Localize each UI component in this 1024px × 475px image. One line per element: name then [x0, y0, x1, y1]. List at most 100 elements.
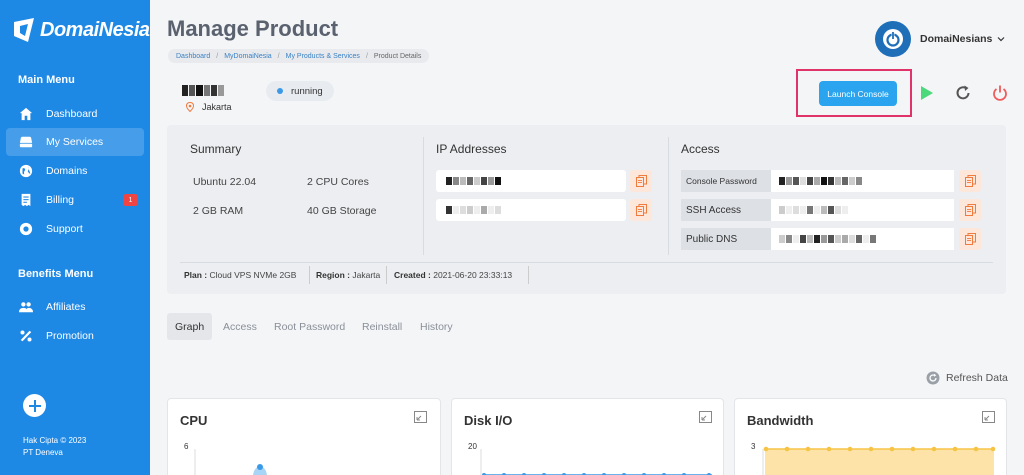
sidebar-item-support[interactable]: Support [6, 215, 144, 243]
refresh-data-button[interactable]: Refresh Data [926, 371, 1008, 385]
server-location: Jakarta [186, 102, 232, 112]
bandwidth-point [826, 446, 832, 452]
breadcrumb-products[interactable]: My Products & Services [286, 53, 360, 60]
sidebar-item-my-services[interactable]: My Services [6, 128, 144, 156]
bandwidth-point [847, 446, 853, 452]
server-icon [18, 134, 34, 150]
tab-graph[interactable]: Graph [167, 313, 213, 340]
breadcrumb-dashboard[interactable]: Dashboard [176, 53, 210, 60]
card-divider [180, 262, 993, 263]
sidebar-item-affiliates[interactable]: Affiliates [6, 293, 144, 321]
location-pin-icon [186, 102, 194, 112]
billing-badge: 1 [123, 194, 138, 206]
company-name: PT Deneva [23, 448, 63, 457]
cpu-point [257, 464, 263, 470]
bandwidth-point [931, 446, 937, 452]
tab-history[interactable]: History [420, 313, 453, 340]
sidebar-item-domains[interactable]: Domains [6, 157, 144, 185]
plan-label: Plan : [184, 270, 208, 280]
bandwidth-point [868, 446, 874, 452]
refresh-icon [926, 371, 940, 385]
location-text: Jakarta [202, 102, 232, 112]
copy-icon [964, 204, 976, 216]
ram-value: 2 GB RAM [193, 205, 244, 217]
logo-icon [14, 18, 34, 42]
home-icon [18, 106, 34, 122]
sidebar-item-label: Support [46, 223, 83, 235]
copy-ip-button[interactable] [630, 199, 652, 221]
created-value: 2021-06-20 23:33:13 [433, 270, 513, 280]
storage-value: 40 GB Storage [307, 205, 377, 217]
lifebuoy-icon [18, 221, 34, 237]
bandwidth-point [763, 446, 769, 452]
bandwidth-point [910, 446, 916, 452]
sidebar-item-label: Billing [46, 194, 75, 206]
cpu-chart-card: CPU 6 [167, 398, 441, 475]
bandwidth-point [805, 446, 811, 452]
copy-ip-button[interactable] [630, 170, 652, 192]
copyright-line: Hak Cipta © 2023 [23, 436, 87, 445]
meta-separator [309, 266, 310, 284]
copy-icon [964, 233, 976, 245]
bandwidth-point [973, 446, 979, 452]
created-info: Created : 2021-06-20 23:33:13 [394, 270, 512, 280]
access-title: Access [681, 142, 720, 156]
copy-password-button[interactable] [959, 170, 981, 192]
main-menu-title: Main Menu [18, 74, 75, 86]
copy-dns-button[interactable] [959, 228, 981, 250]
tab-reinstall[interactable]: Reinstall [362, 313, 402, 340]
console-password-field[interactable] [771, 170, 954, 192]
sidebar-item-dashboard[interactable]: Dashboard [6, 100, 144, 128]
disk-io-chart-card: Disk I/O 20 [451, 398, 724, 475]
chevron-down-icon [997, 37, 1005, 42]
refresh-label: Refresh Data [946, 372, 1008, 384]
copy-ssh-button[interactable] [959, 199, 981, 221]
globe-icon [18, 163, 34, 179]
status-dot [277, 88, 283, 94]
sidebar-item-label: Promotion [46, 330, 94, 342]
power-logo-icon [883, 29, 903, 49]
brand-logo[interactable]: DomaiNesia [12, 16, 150, 44]
sidebar-item-label: My Services [46, 136, 104, 148]
users-icon [18, 299, 34, 315]
ssh-access-label: SSH Access [681, 199, 771, 221]
invoice-icon [18, 192, 34, 208]
launch-console-button[interactable]: Launch Console [819, 81, 897, 106]
bandwidth-point [889, 446, 895, 452]
tab-root-password[interactable]: Root Password [274, 313, 345, 340]
sidebar-item-promotion[interactable]: Promotion [6, 322, 144, 350]
power-icon[interactable] [991, 84, 1009, 102]
region-label: Region : [316, 270, 350, 280]
sidebar-item-billing[interactable]: Billing 1 [6, 186, 144, 214]
benefits-menu-title: Benefits Menu [18, 268, 94, 280]
sidebar-item-label: Domains [46, 165, 88, 177]
status-text: running [291, 85, 323, 97]
ssh-access-field[interactable] [771, 199, 954, 221]
ip-address-field[interactable] [436, 199, 626, 221]
public-dns-label: Public DNS [681, 228, 771, 250]
cpu-chart-plot [194, 449, 267, 475]
console-password-label: Console Password [681, 170, 771, 192]
status-badge: running [266, 81, 334, 101]
ip-address-field[interactable] [436, 170, 626, 192]
breadcrumb-current: Product Details [373, 52, 422, 60]
public-dns-field[interactable] [771, 228, 954, 250]
bandwidth-chart-card: Bandwidth 3 [734, 398, 1007, 475]
os-value: Ubuntu 22.04 [193, 176, 257, 188]
user-menu[interactable]: DomaiNesians [920, 33, 1005, 45]
region-value: Jakarta [352, 270, 381, 280]
bandwidth-point [952, 446, 958, 452]
play-icon[interactable] [917, 84, 935, 102]
ip-title: IP Addresses [436, 142, 507, 156]
add-button[interactable] [23, 394, 46, 417]
avatar[interactable] [875, 21, 911, 57]
copy-icon [964, 175, 976, 187]
tab-access[interactable]: Access [223, 313, 257, 340]
region-info: Region : Jakarta [316, 270, 380, 280]
copy-icon [635, 204, 647, 216]
breadcrumb-mydomainesia[interactable]: MyDomaiNesia [224, 53, 271, 60]
bandwidth-point [990, 446, 996, 452]
meta-separator [386, 266, 387, 284]
sidebar: DomaiNesia Main Menu Dashboard My Servic… [0, 0, 150, 475]
restart-icon[interactable] [954, 84, 972, 102]
